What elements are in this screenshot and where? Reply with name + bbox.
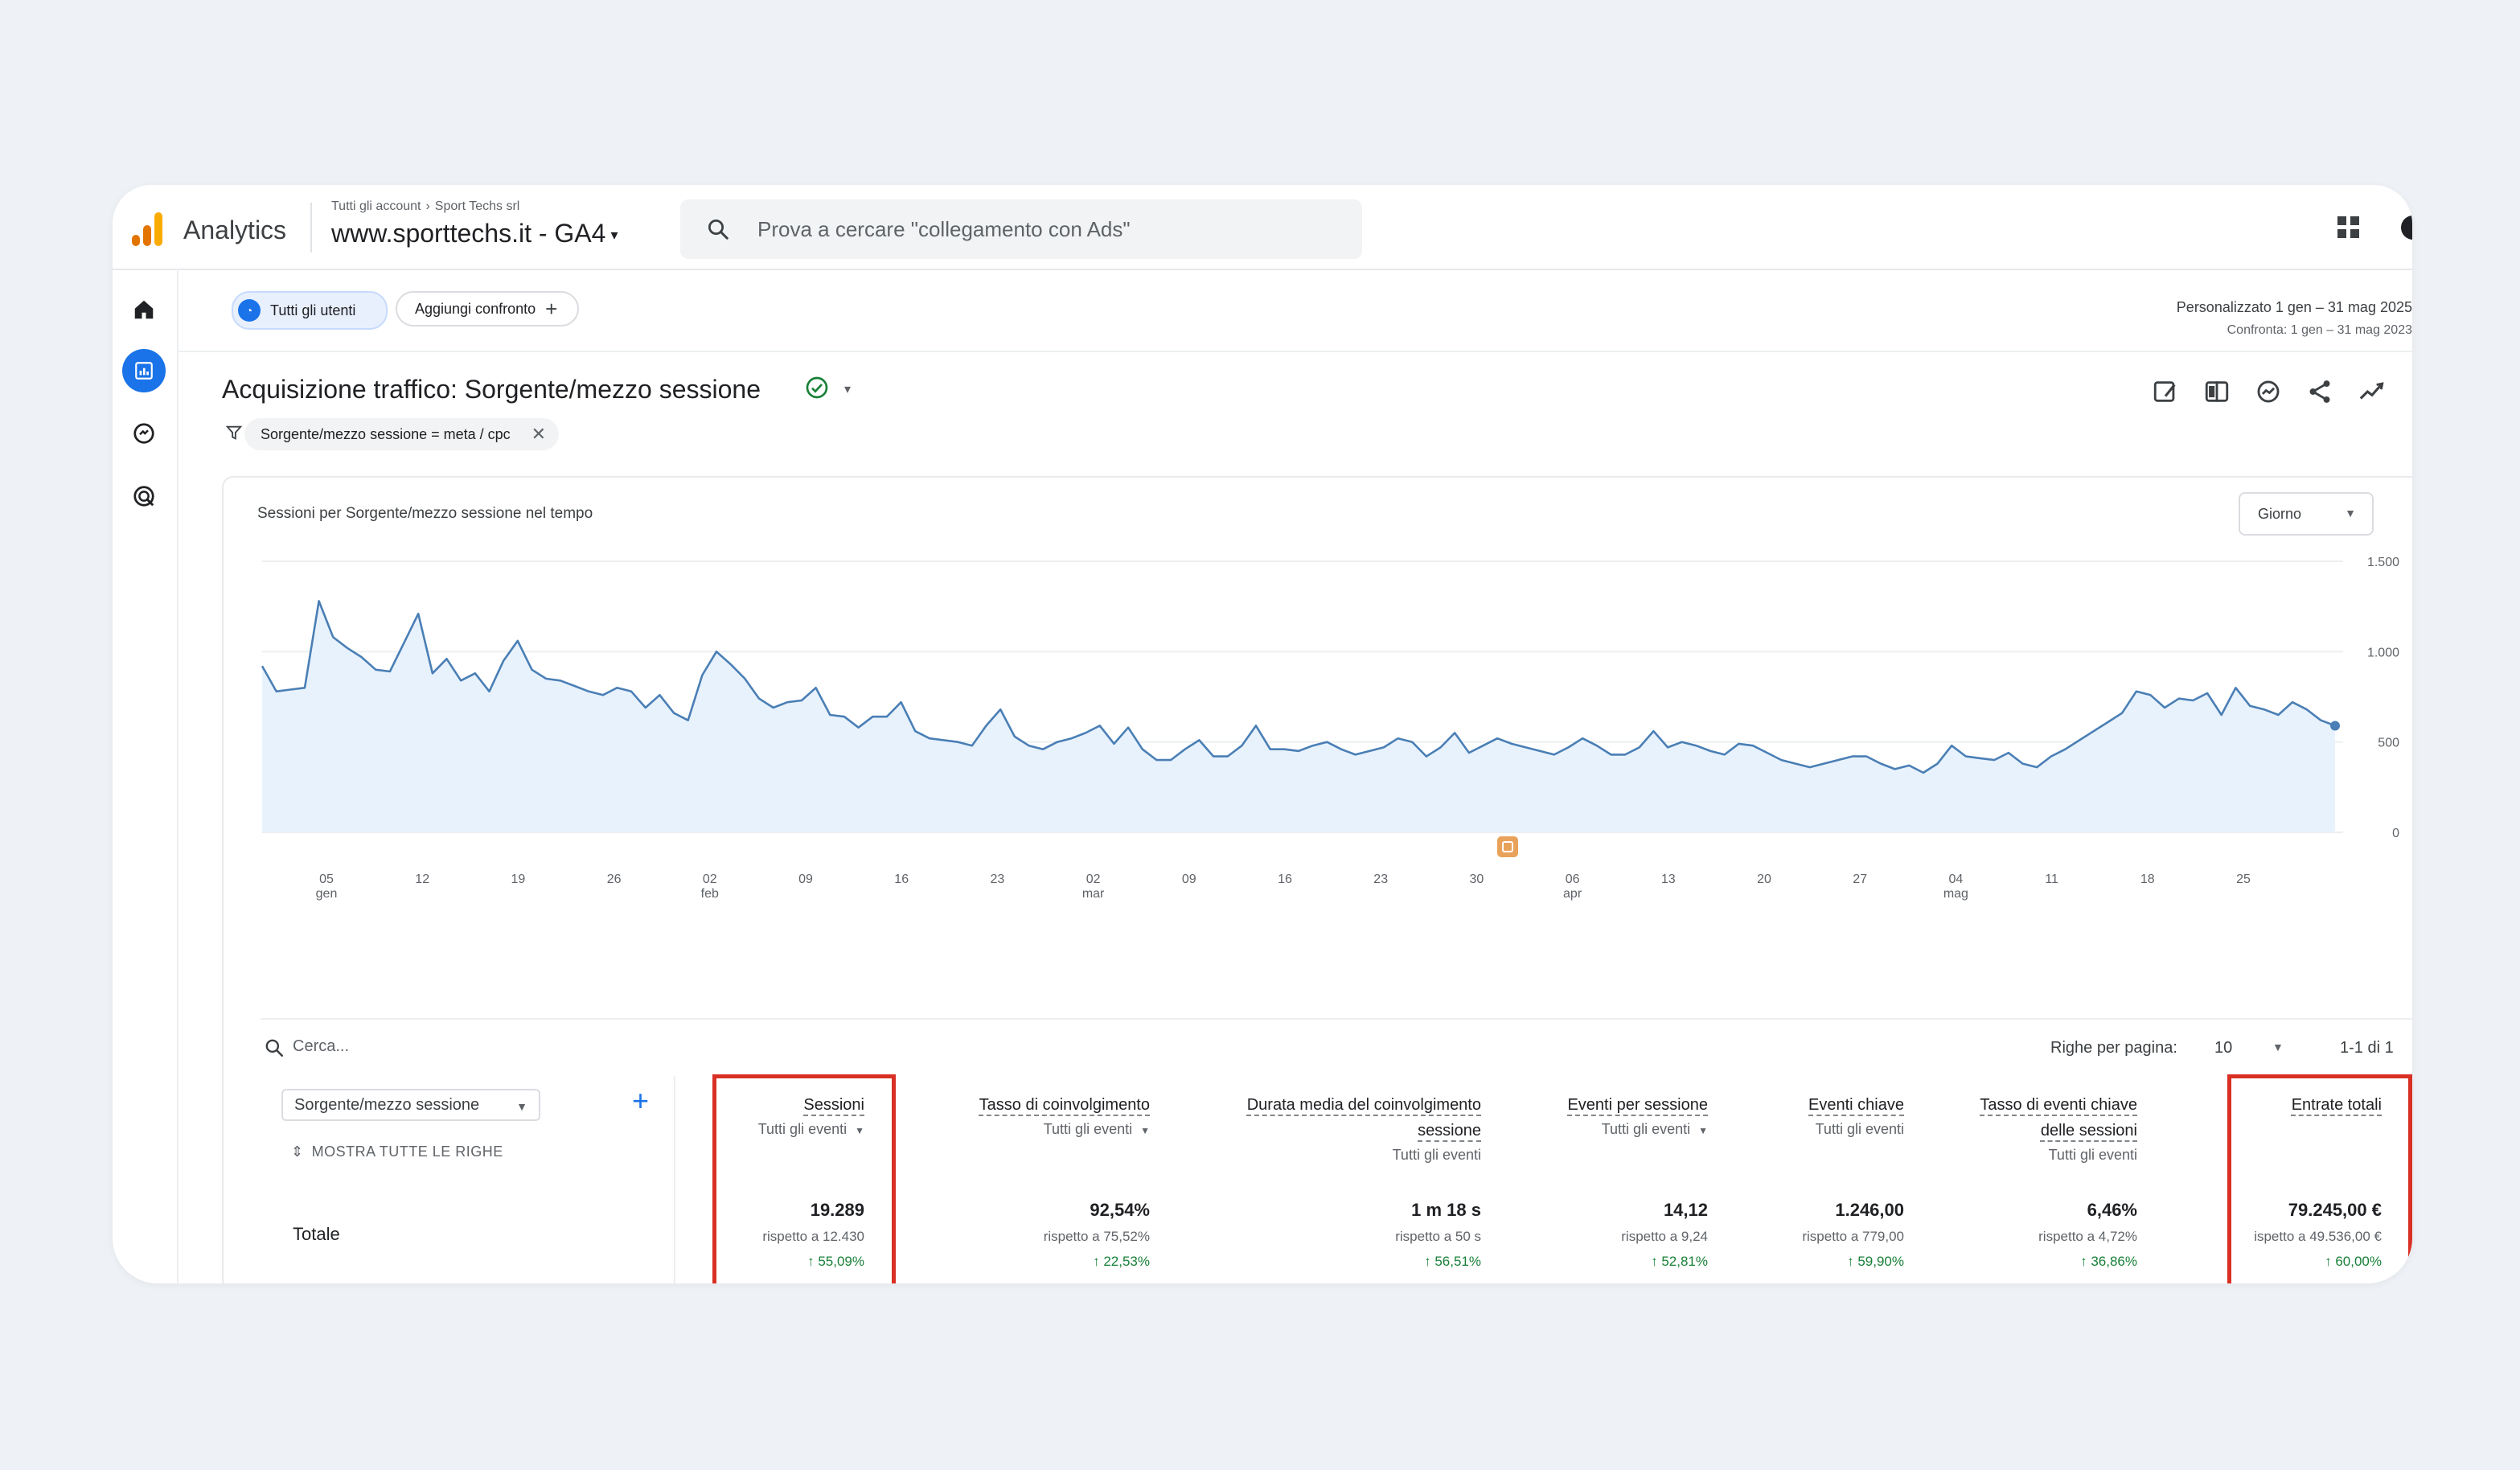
x-tick-label: 23: [991, 873, 1005, 886]
x-tick-label: 30: [1470, 873, 1484, 886]
column-metric-scope[interactable]: Tutti gli eventi: [1808, 1118, 1904, 1140]
table-search-input[interactable]: Cerca...: [293, 1037, 349, 1056]
x-tick-month-label: mag: [1943, 887, 1968, 901]
table-top-divider: [261, 1018, 2412, 1020]
column-header-label[interactable]: Durata media del coinvolgimento: [1247, 1092, 1481, 1118]
caret-down-icon[interactable]: ▼: [2272, 1041, 2284, 1053]
x-tick-label: 05: [319, 873, 334, 886]
column-header[interactable]: Durata media del coinvolgimento sessione T…: [1247, 1092, 1481, 1166]
column-header[interactable]: Tasso di eventi chiave delle sessioni Tutt…: [1980, 1092, 2137, 1166]
metric-scope-label: Tutti gli eventi: [1815, 1121, 1904, 1137]
metric-scope-label: Tutti gli eventi: [1601, 1121, 1691, 1137]
column-metric-scope[interactable]: Tutti gli eventi ▼: [1567, 1118, 1708, 1142]
x-tick-label: 09: [798, 873, 813, 886]
column-header-label-line2[interactable]: sessione: [1247, 1118, 1481, 1144]
search-icon: [265, 1039, 284, 1057]
highlight-box-sessions: [712, 1074, 896, 1283]
caret-down-icon: ▼: [516, 1100, 527, 1113]
comparison-value: rispetto a 75,52%: [1043, 1229, 1150, 1244]
x-tick-label: 02: [1086, 873, 1101, 886]
x-tick-label: 13: [1661, 873, 1676, 886]
x-tick-label: 16: [894, 873, 909, 886]
analytics-window: Analytics Tutti gli account › Sport Techs …: [113, 185, 2412, 1283]
total-row-label: Totale: [293, 1224, 340, 1244]
expand-icon: ⇕: [291, 1144, 304, 1160]
x-tick-label: 04: [1949, 873, 1964, 886]
notes-icon: [1497, 836, 1518, 857]
dimension-column-divider: [674, 1076, 675, 1283]
y-tick-label: 1.000: [2367, 646, 2399, 659]
total-cell: 92,54% rispetto a 75,52% ↑ 22,53%: [1044, 1197, 1150, 1274]
rows-per-page-select[interactable]: 10: [2214, 1039, 2232, 1057]
caret-down-icon[interactable]: ▼: [1140, 1125, 1150, 1136]
column-header-label[interactable]: Tasso di coinvolgimento: [979, 1092, 1150, 1118]
x-tick-label: 25: [2236, 873, 2251, 886]
dimension-label: Sorgente/mezzo sessione: [294, 1095, 480, 1114]
show-all-rows-button[interactable]: ⇕ MOSTRA TUTTE LE RIGHE: [291, 1144, 503, 1160]
x-tick-label: 09: [1182, 873, 1196, 886]
x-tick-label: 16: [1278, 873, 1292, 886]
y-tick-label: 500: [2378, 737, 2399, 750]
column-header[interactable]: Eventi chiave Tutti gli eventi: [1808, 1092, 1904, 1140]
total-cell: 1 m 18 s rispetto a 50 s ↑ 56,51%: [1395, 1197, 1481, 1274]
delta-percent: ↑ 56,51%: [1424, 1254, 1481, 1269]
show-all-rows-label: MOSTRA TUTTE LE RIGHE: [311, 1144, 503, 1160]
column-metric-scope[interactable]: Tutti gli eventi: [1980, 1144, 2137, 1166]
x-tick-month-label: apr: [1563, 887, 1582, 901]
comparison-value: rispetto a 9,24: [1621, 1229, 1708, 1244]
highlight-box-revenue: [2227, 1074, 2412, 1283]
x-tick-label: 26: [607, 873, 622, 886]
metric-scope-label: Tutti gli eventi: [1043, 1121, 1133, 1137]
total-value: 6,46%: [2087, 1200, 2137, 1220]
total-value: 92,54%: [1090, 1200, 1150, 1220]
add-dimension-button[interactable]: +: [632, 1084, 649, 1118]
delta-percent: ↑ 22,53%: [1093, 1254, 1150, 1269]
series-area: [262, 601, 2335, 832]
column-header[interactable]: Eventi per sessione Tutti gli eventi ▼: [1567, 1092, 1708, 1142]
x-tick-label: 19: [511, 873, 526, 886]
caret-down-icon[interactable]: ▼: [1698, 1125, 1708, 1136]
comparison-value: rispetto a 50 s: [1395, 1229, 1481, 1244]
total-value: 1.246,00: [1835, 1200, 1904, 1220]
x-tick-label: 02: [703, 873, 717, 886]
x-tick-label: 18: [2140, 873, 2155, 886]
metric-scope-label: Tutti gli eventi: [2048, 1147, 2137, 1163]
x-tick-label: 20: [1757, 873, 1771, 886]
delta-percent: ↑ 52,81%: [1651, 1254, 1708, 1269]
x-tick-month-label: gen: [316, 887, 338, 901]
total-cell: 6,46% rispetto a 4,72% ↑ 36,86%: [2038, 1197, 2137, 1274]
column-header-label[interactable]: Eventi per sessione: [1567, 1092, 1708, 1118]
total-cell: 1.246,00 rispetto a 779,00 ↑ 59,90%: [1802, 1197, 1904, 1274]
column-metric-scope[interactable]: Tutti gli eventi: [1247, 1144, 1481, 1166]
column-header[interactable]: Tasso di coinvolgimento Tutti gli eventi ▼: [979, 1092, 1150, 1142]
x-tick-month-label: mar: [1082, 887, 1105, 901]
column-header-label-line2[interactable]: delle sessioni: [1980, 1118, 2137, 1144]
rows-per-page-label: Righe per pagina:: [2050, 1039, 2177, 1057]
x-tick-label: 12: [415, 873, 429, 886]
total-value: 14,12: [1663, 1200, 1708, 1220]
delta-percent: ↑ 36,86%: [2080, 1254, 2137, 1269]
x-tick-label: 27: [1853, 873, 1867, 886]
total-cell: 14,12 rispetto a 9,24 ↑ 52,81%: [1621, 1197, 1708, 1274]
delta-percent: ↑ 59,90%: [1847, 1254, 1904, 1269]
comparison-value: rispetto a 779,00: [1802, 1229, 1904, 1244]
total-value: 1 m 18 s: [1411, 1200, 1481, 1220]
x-tick-label: 11: [2045, 873, 2058, 886]
x-tick-label: 23: [1373, 873, 1388, 886]
column-header-label[interactable]: Eventi chiave: [1808, 1092, 1904, 1118]
x-tick-month-label: feb: [701, 887, 719, 901]
x-tick-label: 06: [1566, 873, 1580, 886]
column-header-label[interactable]: Tasso di eventi chiave: [1980, 1092, 2137, 1118]
column-metric-scope[interactable]: Tutti gli eventi ▼: [979, 1118, 1150, 1142]
y-tick-label: 1.500: [2367, 556, 2399, 569]
series-end-point: [2330, 721, 2340, 731]
comparison-value: rispetto a 4,72%: [2038, 1229, 2137, 1244]
y-tick-label: 0: [2392, 827, 2399, 840]
metric-scope-label: Tutti gli eventi: [1392, 1147, 1481, 1163]
dimension-selector[interactable]: Sorgente/mezzo sessione ▼: [281, 1089, 540, 1121]
pagination-count: 1-1 di 1: [2340, 1039, 2394, 1057]
